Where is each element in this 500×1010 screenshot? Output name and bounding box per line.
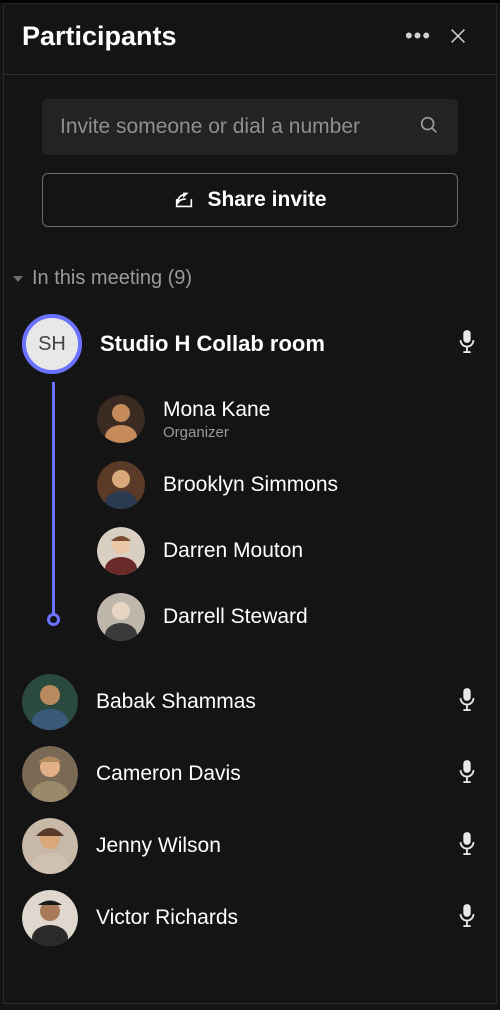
participant-row[interactable]: Babak Shammas xyxy=(22,666,478,738)
section-in-meeting[interactable]: In this meeting (9) xyxy=(4,237,496,302)
search-icon xyxy=(418,114,440,141)
avatar xyxy=(97,395,145,443)
caret-down-icon xyxy=(10,271,26,287)
avatar xyxy=(97,461,145,509)
room-row[interactable]: SH Studio H Collab room xyxy=(22,310,478,382)
more-icon: ••• xyxy=(405,25,431,47)
room-member-row[interactable]: Mona Kane Organizer xyxy=(97,386,478,452)
room-tree-end xyxy=(47,613,60,626)
direct-participants: Babak Shammas Cameron Davis Jenny Wils xyxy=(22,650,478,954)
mic-icon xyxy=(456,328,478,361)
room-member-text: Darrell Steward xyxy=(163,605,308,629)
mic-icon xyxy=(456,830,478,863)
section-label: In this meeting (9) xyxy=(32,267,192,290)
panel-header: Participants ••• xyxy=(4,4,496,75)
invite-actions: Share invite xyxy=(4,75,496,237)
avatar xyxy=(22,746,78,802)
avatar xyxy=(97,593,145,641)
participants-panel: Participants ••• Share invite xyxy=(3,3,497,1004)
room-avatar-initials: SH xyxy=(22,314,82,374)
close-icon xyxy=(447,25,469,47)
participant-name: Babak Shammas xyxy=(96,690,438,714)
room-member-row[interactable]: Darren Mouton xyxy=(97,518,478,584)
share-invite-button[interactable]: Share invite xyxy=(42,173,458,227)
avatar xyxy=(22,674,78,730)
room-member-text: Brooklyn Simmons xyxy=(163,473,338,497)
avatar xyxy=(22,890,78,946)
panel-title: Participants xyxy=(22,21,398,52)
room-members: Mona Kane Organizer Brooklyn Simmons Dar… xyxy=(52,382,478,650)
room-name: Studio H Collab room xyxy=(100,331,438,357)
participant-name: Darrell Steward xyxy=(163,605,308,629)
participants-list: SH Studio H Collab room M xyxy=(4,302,496,954)
participant-name: Darren Mouton xyxy=(163,539,303,563)
invite-search[interactable] xyxy=(42,99,458,155)
room-member-row[interactable]: Brooklyn Simmons xyxy=(97,452,478,518)
share-invite-label: Share invite xyxy=(207,188,326,212)
participant-row[interactable]: Victor Richards xyxy=(22,882,478,954)
close-button[interactable] xyxy=(438,16,478,56)
more-options-button[interactable]: ••• xyxy=(398,16,438,56)
room-tree-line xyxy=(52,382,55,620)
participant-name: Cameron Davis xyxy=(96,762,438,786)
participant-name: Jenny Wilson xyxy=(96,834,438,858)
participant-row[interactable]: Cameron Davis xyxy=(22,738,478,810)
avatar xyxy=(22,818,78,874)
mic-icon xyxy=(456,686,478,719)
participant-name: Victor Richards xyxy=(96,906,438,930)
invite-search-input[interactable] xyxy=(60,115,418,139)
participant-name: Brooklyn Simmons xyxy=(163,473,338,497)
room-member-text: Mona Kane Organizer xyxy=(163,398,270,441)
participant-role: Organizer xyxy=(163,424,270,441)
room-avatar: SH xyxy=(22,314,82,374)
room-member-row[interactable]: Darrell Steward xyxy=(97,584,478,650)
participant-name: Mona Kane xyxy=(163,398,270,422)
mic-icon xyxy=(456,758,478,791)
room-member-text: Darren Mouton xyxy=(163,539,303,563)
share-icon xyxy=(173,189,195,211)
mic-icon xyxy=(456,902,478,935)
participant-row[interactable]: Jenny Wilson xyxy=(22,810,478,882)
avatar xyxy=(97,527,145,575)
